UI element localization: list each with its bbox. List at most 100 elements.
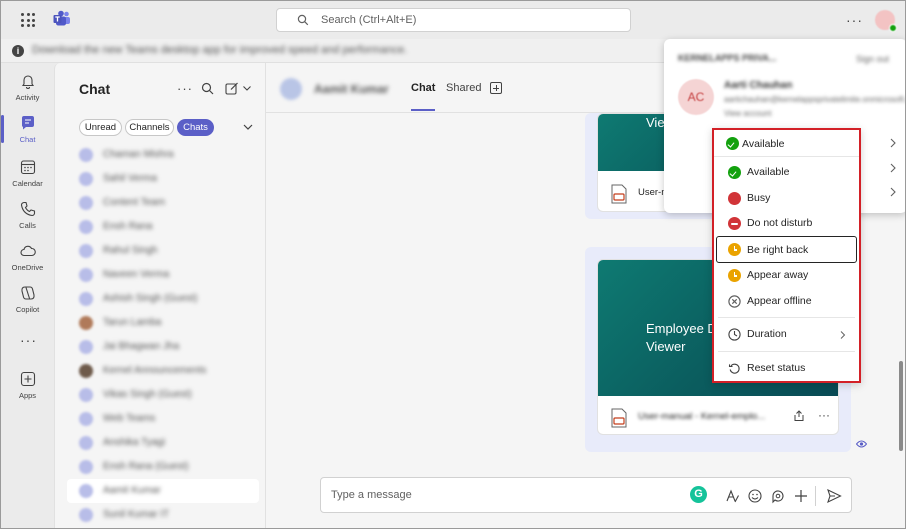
divider bbox=[815, 486, 816, 506]
current-status[interactable]: Available bbox=[714, 130, 859, 157]
avatar bbox=[79, 436, 93, 450]
add-tab-icon[interactable] bbox=[490, 82, 502, 94]
loop-component-icon[interactable] bbox=[770, 488, 786, 504]
chat-list-item[interactable]: Rahul Singh bbox=[67, 239, 259, 263]
more-apps-icon[interactable]: ··· bbox=[20, 332, 37, 348]
chat-list-item[interactable]: Anshika Tyagi bbox=[67, 431, 259, 455]
tab-shared[interactable]: Shared bbox=[446, 82, 481, 94]
add-icon[interactable] bbox=[793, 488, 809, 504]
filter-unread[interactable]: Unread bbox=[79, 119, 122, 136]
view-account-link[interactable]: View account bbox=[724, 109, 771, 118]
duration-menu-item[interactable]: Duration bbox=[716, 323, 857, 347]
avatar bbox=[79, 340, 93, 354]
status-option-appear-away[interactable]: Appear away bbox=[716, 264, 857, 288]
chat-contact-name: Sunil Kumar IT bbox=[103, 509, 170, 520]
chat-list-item[interactable]: Jai Bhagwan Jha bbox=[67, 335, 259, 359]
status-menu: Available Available Busy Do not disturb … bbox=[712, 128, 861, 383]
bell-icon bbox=[21, 75, 35, 89]
chat-contact-name: Rahul Singh bbox=[103, 245, 158, 256]
status-option-label: Appear away bbox=[747, 269, 809, 281]
chat-list-item[interactable]: Web Teams bbox=[67, 407, 259, 431]
chat-contact-name: Chaman Mishra bbox=[103, 149, 174, 160]
profile-avatar[interactable] bbox=[875, 10, 897, 32]
chat-contact-title: Aamit Kumar bbox=[314, 82, 389, 96]
share-icon[interactable] bbox=[793, 410, 805, 422]
file-name: User-manual - Kernel-emplo... bbox=[638, 411, 766, 422]
emoji-icon[interactable] bbox=[747, 488, 763, 504]
filter-channels[interactable]: Channels bbox=[125, 119, 174, 136]
chevron-right-icon[interactable] bbox=[889, 163, 897, 173]
rail-label-onedrive: OneDrive bbox=[11, 263, 44, 272]
reset-status-menu-item[interactable]: Reset status bbox=[716, 357, 857, 381]
rail-label-apps: Apps bbox=[18, 391, 37, 400]
send-icon[interactable] bbox=[826, 488, 842, 504]
chevron-right-icon[interactable] bbox=[889, 138, 897, 148]
rail-item-activity[interactable]: Activity bbox=[1, 69, 54, 111]
tab-chat[interactable]: Chat bbox=[411, 82, 436, 111]
chat-more-icon[interactable]: ··· bbox=[177, 81, 193, 96]
current-status-label: Available bbox=[742, 138, 785, 150]
app-launcher-icon[interactable] bbox=[21, 13, 35, 27]
avatar bbox=[79, 292, 93, 306]
rail-item-calendar[interactable]: Calendar bbox=[1, 155, 54, 197]
chevron-right-icon[interactable] bbox=[889, 187, 897, 197]
sign-out-link[interactable]: Sign out bbox=[856, 54, 889, 64]
chat-list-item[interactable]: Chaman Mishra bbox=[67, 143, 259, 167]
rail-item-onedrive[interactable]: OneDrive bbox=[1, 239, 54, 281]
settings-more-icon[interactable]: ··· bbox=[846, 12, 863, 28]
chat-list-item[interactable]: Tarun Lamba bbox=[67, 311, 259, 335]
filter-chats[interactable]: Chats bbox=[177, 119, 214, 136]
chat-list-item[interactable]: Sunil Kumar IT bbox=[67, 503, 259, 527]
chat-list-pane: Chat ··· Unread Channels Chats Chaman Mi… bbox=[54, 63, 266, 528]
chat-list-item[interactable]: Sahil Verma bbox=[67, 167, 259, 191]
chat-list-item-selected[interactable]: Aamit Kumar bbox=[67, 479, 259, 503]
status-option-busy[interactable]: Busy bbox=[716, 187, 857, 211]
chat-list-item[interactable]: Ensh Rana bbox=[67, 215, 259, 239]
user-email: aartichauhan@kernelappsprivatelimite.onm… bbox=[724, 95, 906, 104]
scrollbar-thumb[interactable] bbox=[899, 361, 903, 451]
status-option-available[interactable]: Available bbox=[716, 161, 857, 185]
file-preview-text: Vie bbox=[646, 115, 665, 130]
avatar bbox=[79, 220, 93, 234]
grammarly-icon[interactable]: G bbox=[690, 486, 707, 503]
format-icon[interactable] bbox=[724, 488, 740, 504]
status-option-label: Do not disturb bbox=[747, 217, 813, 229]
search-icon[interactable] bbox=[201, 82, 214, 95]
reset-status-label: Reset status bbox=[747, 362, 806, 374]
file-preview-line1: Employee D bbox=[646, 321, 717, 336]
duration-label: Duration bbox=[747, 328, 787, 340]
chevron-down-icon[interactable] bbox=[243, 122, 253, 132]
rail-label-calendar: Calendar bbox=[12, 179, 43, 188]
chat-list-item[interactable]: Ensh Rana (Guest) bbox=[67, 455, 259, 479]
compose-box[interactable]: G bbox=[320, 477, 852, 513]
avatar bbox=[79, 196, 93, 210]
message-input[interactable] bbox=[331, 487, 671, 503]
status-option-be-right-back[interactable]: Be right back bbox=[716, 236, 857, 263]
ppt-file-icon bbox=[611, 408, 627, 428]
search-input[interactable] bbox=[321, 12, 611, 28]
rail-label-calls: Calls bbox=[19, 221, 36, 230]
chat-contact-name: Anshika Tyagi bbox=[103, 437, 166, 448]
chat-contact-name: Tarun Lamba bbox=[103, 317, 162, 328]
avatar bbox=[79, 412, 93, 426]
global-search-box[interactable] bbox=[276, 8, 631, 32]
chat-list-item[interactable]: Kernel Announcements bbox=[67, 359, 259, 383]
chat-list-item[interactable]: Vikas Singh (Guest) bbox=[67, 383, 259, 407]
chat-list-item[interactable]: Naveen Verma bbox=[67, 263, 259, 287]
chat-list-item[interactable]: Ashish Singh (Guest) bbox=[67, 287, 259, 311]
rail-item-copilot[interactable]: Copilot bbox=[1, 281, 54, 323]
seen-eye-icon bbox=[856, 440, 867, 448]
chevron-down-icon[interactable] bbox=[242, 82, 252, 94]
avatar bbox=[79, 484, 93, 498]
ppt-file-icon bbox=[611, 184, 627, 204]
file-more-icon[interactable]: ··· bbox=[818, 408, 830, 422]
chat-list-item[interactable]: Content Team bbox=[67, 191, 259, 215]
rail-item-apps[interactable]: Apps bbox=[1, 367, 54, 409]
status-option-appear-offline[interactable]: Appear offline bbox=[716, 290, 857, 314]
be-right-back-icon bbox=[728, 243, 741, 256]
status-option-do-not-disturb[interactable]: Do not disturb bbox=[716, 212, 857, 236]
new-chat-icon[interactable] bbox=[225, 82, 239, 95]
calendar-icon bbox=[20, 160, 36, 175]
rail-item-calls[interactable]: Calls bbox=[1, 197, 54, 239]
rail-item-chat[interactable]: Chat bbox=[1, 111, 54, 153]
